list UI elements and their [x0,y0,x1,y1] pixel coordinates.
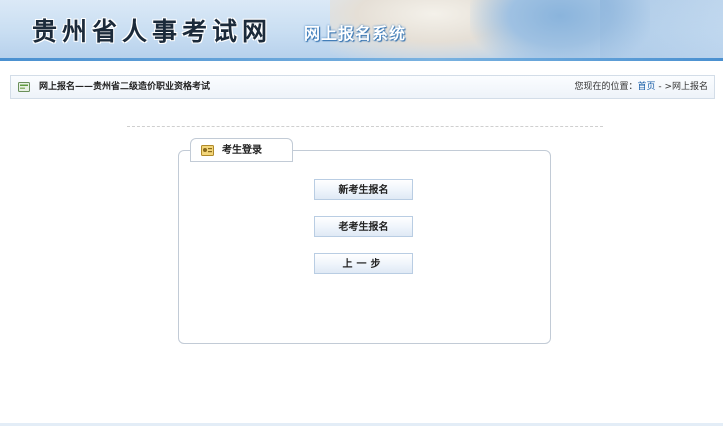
back-button[interactable]: 上一步 [314,253,413,274]
login-tab: 考生登录 [190,138,293,162]
location-trail: 您现在的位置：首页 - >网上报名 [574,76,708,98]
site-title: 贵州省人事考试网 [32,17,273,46]
system-name: 网上报名系统 [304,24,407,43]
breadcrumb-current: 网上报名——贵州省二级造价职业资格考试 [39,82,211,92]
breadcrumb: 网上报名——贵州省二级造价职业资格考试 您现在的位置：首页 - >网上报名 [10,75,715,99]
location-suffix: - >网上报名 [655,82,708,92]
dashed-divider [127,126,603,127]
id-card-icon [201,145,214,156]
new-candidate-button[interactable]: 新考生报名 [314,179,413,200]
location-prefix: 您现在的位置： [574,82,638,92]
home-link[interactable]: 首页 [637,82,655,92]
login-tab-label: 考生登录 [222,145,262,156]
page-icon [18,82,30,92]
returning-candidate-button[interactable]: 老考生报名 [314,216,413,237]
banner-decoration-right [600,0,723,58]
banner-divider [0,58,723,61]
header-banner: 贵州省人事考试网 网上报名系统 [0,0,723,58]
